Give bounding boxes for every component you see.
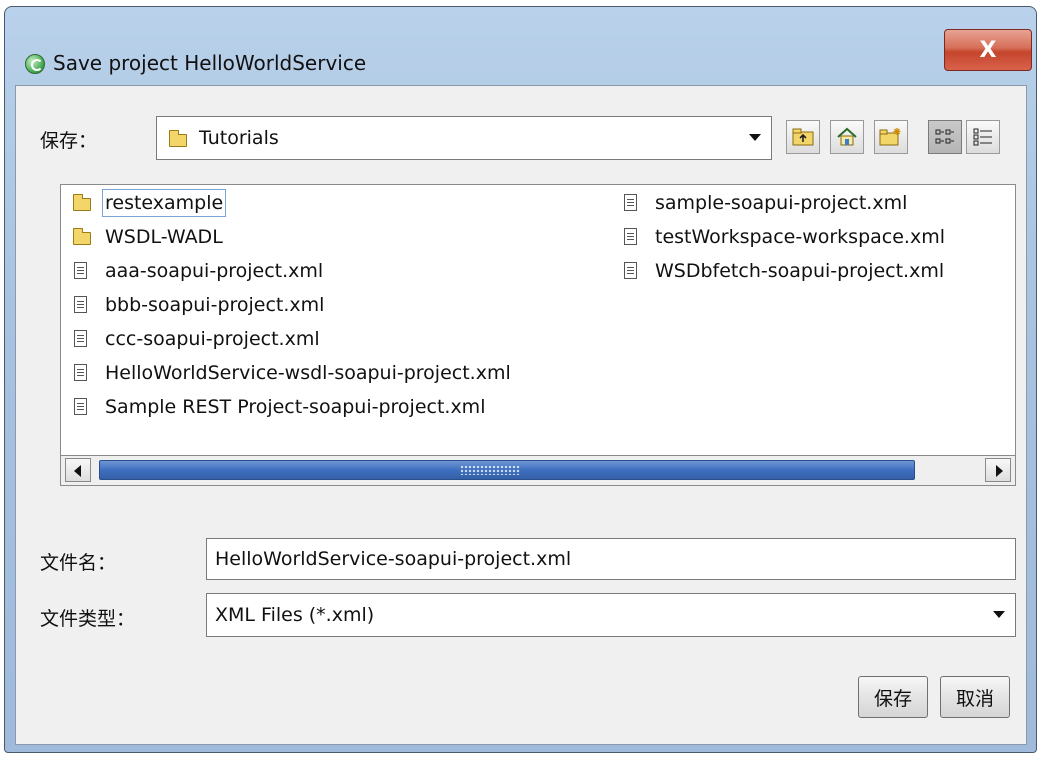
- list-item-label: testWorkspace-workspace.xml: [655, 226, 945, 248]
- folder-icon: [169, 130, 187, 147]
- window-title: Save project HelloWorldService: [53, 51, 367, 75]
- folder-icon: [73, 228, 91, 245]
- look-in-label: 保存：: [40, 130, 98, 152]
- list-item[interactable]: bbb-soapui-project.xml: [71, 289, 324, 321]
- list-item-label: HelloWorldService-wsdl-soapui-project.xm…: [105, 362, 511, 384]
- save-button[interactable]: 保存: [858, 676, 928, 718]
- list-item[interactable]: HelloWorldService-wsdl-soapui-project.xm…: [71, 357, 511, 389]
- file-list[interactable]: restexample WSDL-WADL aaa-soapui-project…: [60, 184, 1016, 456]
- list-item[interactable]: testWorkspace-workspace.xml: [621, 221, 945, 253]
- document-icon: [74, 398, 87, 415]
- details-view-button[interactable]: [966, 120, 1000, 154]
- list-item[interactable]: WSDbfetch-soapui-project.xml: [621, 255, 944, 287]
- horizontal-scrollbar[interactable]: [60, 456, 1016, 486]
- list-item-label: restexample: [101, 189, 227, 217]
- look-in-combo[interactable]: Tutorials: [156, 116, 772, 160]
- look-in-value: Tutorials: [199, 127, 279, 149]
- document-icon: [624, 228, 637, 245]
- document-icon: [74, 330, 87, 347]
- list-item[interactable]: WSDL-WADL: [71, 221, 223, 253]
- list-item-label: WSDL-WADL: [105, 226, 223, 248]
- list-item[interactable]: sample-soapui-project.xml: [621, 187, 907, 219]
- document-icon: [74, 296, 87, 313]
- home-button[interactable]: [830, 120, 864, 154]
- document-icon: [74, 364, 87, 381]
- scrollbar-thumb[interactable]: [99, 460, 915, 480]
- document-icon: [74, 262, 87, 279]
- new-folder-icon: [879, 128, 901, 146]
- list-item-label: sample-soapui-project.xml: [655, 192, 908, 214]
- chevron-down-icon[interactable]: [993, 611, 1005, 618]
- list-item-label: WSDbfetch-soapui-project.xml: [655, 260, 945, 282]
- list-view-icon: [935, 129, 954, 144]
- up-one-level-button[interactable]: [786, 120, 820, 154]
- details-view-icon: [973, 128, 992, 146]
- list-item[interactable]: aaa-soapui-project.xml: [71, 255, 323, 287]
- scroll-left-button[interactable]: [65, 458, 91, 482]
- file-type-select[interactable]: XML Files (*.xml): [206, 593, 1016, 637]
- list-item[interactable]: restexample: [71, 187, 227, 219]
- save-dialog-window: Save project HelloWorldService X 保存： Tut…: [4, 6, 1037, 753]
- list-item-label: aaa-soapui-project.xml: [105, 260, 324, 282]
- chevron-down-icon[interactable]: [749, 134, 761, 141]
- home-icon: [837, 127, 857, 146]
- file-type-value: XML Files (*.xml): [215, 604, 375, 626]
- grip-icon: [460, 465, 520, 475]
- title-bar[interactable]: Save project HelloWorldService X: [5, 7, 1036, 83]
- dialog-body: 保存： Tutorials restexample WSDL-WADL aaa-…: [15, 85, 1027, 745]
- list-item[interactable]: ccc-soapui-project.xml: [71, 323, 320, 355]
- list-view-button[interactable]: [928, 120, 962, 154]
- soapui-app-icon: [25, 54, 45, 74]
- list-item-label: bbb-soapui-project.xml: [105, 294, 325, 316]
- folder-icon: [73, 194, 91, 211]
- file-type-label: 文件类型：: [40, 608, 136, 630]
- cancel-button[interactable]: 取消: [940, 676, 1010, 718]
- file-name-label: 文件名：: [40, 552, 117, 574]
- close-button[interactable]: X: [944, 29, 1032, 71]
- file-name-input[interactable]: [206, 538, 1016, 580]
- folder-up-icon: [792, 128, 814, 146]
- document-icon: [624, 194, 637, 211]
- scroll-right-button[interactable]: [985, 458, 1011, 482]
- document-icon: [624, 262, 637, 279]
- list-item[interactable]: Sample REST Project-soapui-project.xml: [71, 391, 485, 423]
- list-item-label: Sample REST Project-soapui-project.xml: [105, 396, 486, 418]
- new-folder-button[interactable]: [874, 120, 908, 154]
- list-item-label: ccc-soapui-project.xml: [105, 328, 320, 350]
